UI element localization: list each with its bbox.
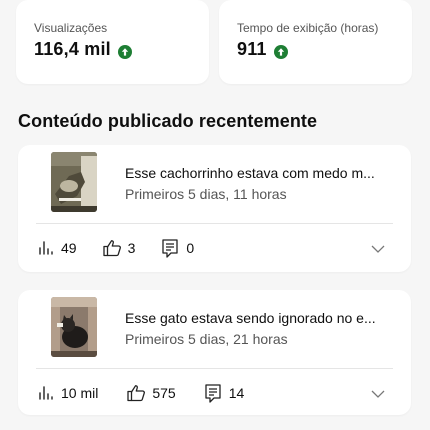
divider: [36, 368, 393, 369]
video-metrics: 49 3 0: [38, 237, 393, 259]
views-stat-value-row: 116,4 mil: [34, 39, 209, 60]
likes-count: 575: [152, 385, 176, 401]
likes-metric: 575: [127, 384, 176, 402]
watch-time-stat-value-row: 911: [237, 39, 412, 60]
watch-time-stat-value: 911: [237, 39, 267, 59]
views-count: 10 mil: [61, 385, 99, 401]
comments-count: 0: [186, 240, 195, 256]
video-title[interactable]: Esse cachorrinho estava com medo m...: [125, 165, 400, 181]
stats-row: Visualizações 116,4 mil Tempo de exibiçã…: [16, 0, 412, 84]
views-stat-label: Visualizações: [34, 21, 108, 35]
divider: [36, 223, 393, 224]
chevron-down-icon[interactable]: [371, 385, 385, 403]
comments-count: 14: [228, 385, 245, 401]
video-card[interactable]: Esse cachorrinho estava com medo m... Pr…: [18, 145, 411, 272]
video-thumbnail[interactable]: [51, 297, 97, 357]
views-metric: 49: [38, 240, 77, 256]
video-card[interactable]: Esse gato estava sendo ignorado no e... …: [18, 290, 411, 415]
chevron-down-icon[interactable]: [371, 240, 385, 258]
likes-count: 3: [127, 240, 136, 256]
comment-list-icon: [162, 238, 179, 258]
comments-metric: 14: [205, 383, 245, 403]
video-period: Primeiros 5 dias, 11 horas: [125, 186, 287, 202]
views-stat-card[interactable]: Visualizações 116,4 mil: [16, 0, 209, 84]
arrow-up-circle-icon: [117, 43, 132, 59]
views-metric: 10 mil: [38, 385, 98, 401]
likes-metric: 3: [102, 239, 136, 257]
bar-chart-icon: [38, 240, 54, 256]
comments-metric: 0: [162, 238, 195, 258]
video-period: Primeiros 5 dias, 21 horas: [125, 331, 288, 347]
section-title: Conteúdo publicado recentemente: [18, 111, 318, 131]
video-title[interactable]: Esse gato estava sendo ignorado no e...: [125, 310, 400, 326]
views-count: 49: [61, 240, 77, 256]
thumbs-up-icon: [127, 384, 146, 402]
video-info[interactable]: Esse gato estava sendo ignorado no e... …: [18, 290, 411, 362]
bar-chart-icon: [38, 385, 54, 401]
watch-time-stat-card[interactable]: Tempo de exibição (horas) 911: [219, 0, 412, 84]
watch-time-stat-label: Tempo de exibição (horas): [237, 21, 379, 35]
video-thumbnail[interactable]: [51, 152, 97, 212]
video-metrics: 10 mil 575 14: [38, 382, 393, 404]
thumbs-up-icon: [102, 239, 122, 257]
comment-list-icon: [205, 383, 221, 403]
video-info[interactable]: Esse cachorrinho estava com medo m... Pr…: [18, 145, 411, 217]
arrow-up-circle-icon: [273, 43, 288, 59]
views-stat-value: 116,4 mil: [34, 39, 111, 59]
